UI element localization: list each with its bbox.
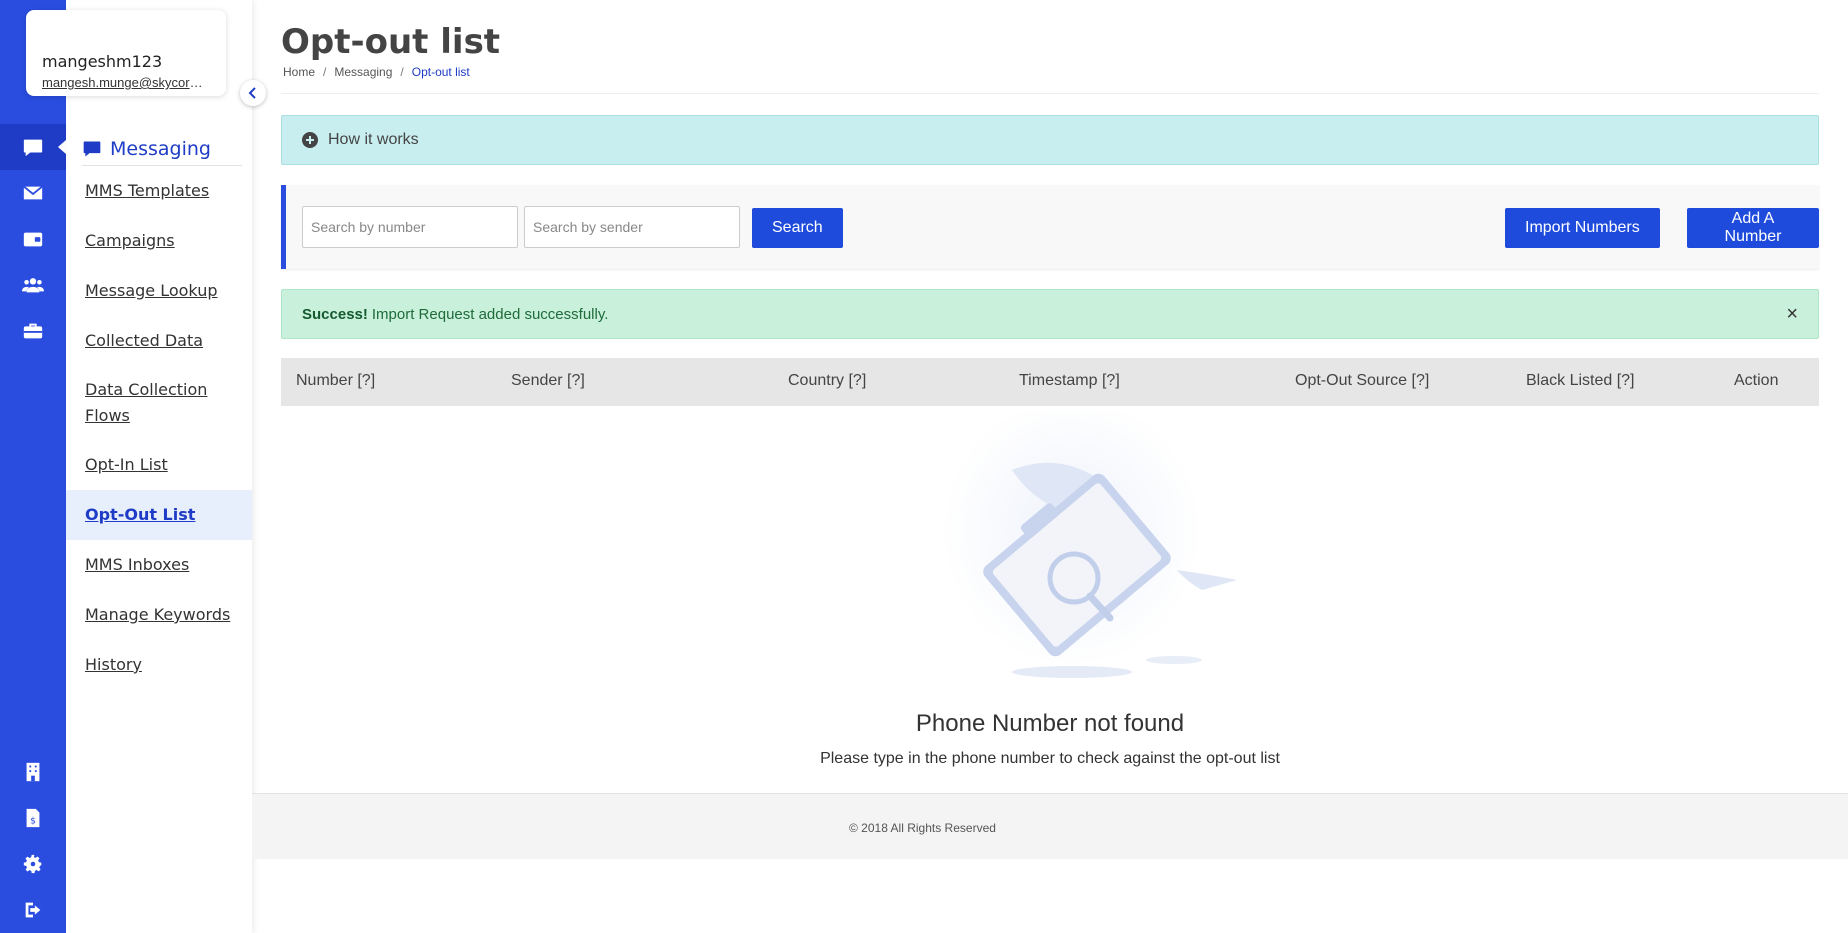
breadcrumb-messaging[interactable]: Messaging xyxy=(334,65,392,79)
sidebar-item-data-collection-flows[interactable]: Data Collection Flows xyxy=(66,366,252,440)
logout-rail-button[interactable] xyxy=(0,887,66,933)
invoice-icon: $ xyxy=(26,808,40,828)
sidebar-item-history[interactable]: History xyxy=(66,640,252,690)
breadcrumb: Home / Messaging / Opt-out list xyxy=(283,65,470,79)
logout-icon xyxy=(25,902,41,918)
column-country[interactable]: Country [?] xyxy=(788,372,866,390)
building-icon xyxy=(26,762,40,782)
add-number-button[interactable]: Add A Number xyxy=(1687,208,1819,248)
import-numbers-button[interactable]: Import Numbers xyxy=(1505,208,1660,248)
sidebar-item-mms-inboxes[interactable]: MMS Inboxes xyxy=(66,540,252,590)
user-email[interactable]: mangesh.munge@skycore.com xyxy=(42,75,208,90)
column-sender[interactable]: Sender [?] xyxy=(511,372,585,390)
sidebar-item-message-lookup[interactable]: Message Lookup xyxy=(66,266,252,316)
tools-rail-button[interactable] xyxy=(0,308,66,354)
chat-icon xyxy=(83,141,101,156)
sidebar-item-opt-out-list[interactable]: Opt-Out List xyxy=(66,490,252,540)
page-title: Opt-out list xyxy=(281,22,501,62)
users-icon xyxy=(22,278,44,293)
email-rail-button[interactable] xyxy=(0,170,66,216)
success-alert: Success! Import Request added successful… xyxy=(281,289,1819,339)
sidebar-item-collected-data[interactable]: Collected Data xyxy=(66,316,252,366)
search-button[interactable]: Search xyxy=(752,208,843,248)
column-action: Action xyxy=(1734,372,1779,389)
divider xyxy=(281,93,1819,94)
sidebar-item-mms-templates[interactable]: MMS Templates xyxy=(66,166,252,216)
collapse-sidebar-button[interactable] xyxy=(240,80,266,106)
settings-rail-button[interactable] xyxy=(0,841,66,887)
breadcrumb-separator: / xyxy=(400,65,404,79)
sidebar-section-header: Messaging xyxy=(82,132,242,166)
alert-message: Import Request added successfully. xyxy=(371,305,609,323)
breadcrumb-separator: / xyxy=(323,65,327,79)
how-it-works-toggle[interactable]: How it works xyxy=(281,115,1819,165)
close-icon[interactable]: × xyxy=(1786,304,1798,324)
breadcrumb-home[interactable]: Home xyxy=(283,65,315,79)
empty-state-title: Phone Number not found xyxy=(915,710,1185,737)
how-it-works-label: How it works xyxy=(328,131,419,148)
gear-icon xyxy=(23,854,42,874)
table-header: Number [?] Sender [?] Country [?] Timest… xyxy=(281,358,1819,406)
chevron-left-icon xyxy=(248,87,256,99)
search-sender-input[interactable] xyxy=(524,206,740,248)
sidebar-section-title: Messaging xyxy=(110,137,211,160)
envelope-icon xyxy=(23,185,43,200)
main-content: Opt-out list Home / Messaging / Opt-out list… xyxy=(252,0,1848,933)
column-opt-out-source[interactable]: Opt-Out Source [?] xyxy=(1295,372,1429,390)
footer-copyright: © 2018 All Rights Reserved xyxy=(849,821,996,835)
sidebar-nav: MMS Templates Campaigns Message Lookup C… xyxy=(66,166,252,690)
breadcrumb-current: Opt-out list xyxy=(411,65,470,79)
sidebar-item-campaigns[interactable]: Campaigns xyxy=(66,216,252,266)
chat-icon xyxy=(23,139,43,157)
wallet-rail-button[interactable] xyxy=(0,216,66,262)
search-toolbar: Search Import Numbers Add A Number xyxy=(281,185,1819,269)
messaging-rail-button[interactable] xyxy=(0,124,66,170)
plus-circle-icon xyxy=(302,132,318,148)
wallet-icon xyxy=(23,232,43,247)
column-number[interactable]: Number [?] xyxy=(296,372,375,390)
user-name: mangeshm123 xyxy=(42,52,163,71)
column-black-listed[interactable]: Black Listed [?] xyxy=(1526,372,1635,390)
search-number-input[interactable] xyxy=(302,206,518,248)
icon-rail: $ xyxy=(0,0,66,933)
column-timestamp[interactable]: Timestamp [?] xyxy=(1019,372,1120,390)
user-card[interactable]: mangeshm123 mangesh.munge@skycore.com xyxy=(26,10,226,96)
svg-text:$: $ xyxy=(30,816,36,827)
sidebar-item-opt-in-list[interactable]: Opt-In List xyxy=(66,440,252,490)
sidebar-item-manage-keywords[interactable]: Manage Keywords xyxy=(66,590,252,640)
empty-state-subtitle: Please type in the phone number to check… xyxy=(820,750,1280,767)
alert-strong: Success! xyxy=(302,305,368,323)
empty-state-illustration xyxy=(942,410,1237,680)
billing-rail-button[interactable]: $ xyxy=(0,795,66,841)
footer: © 2018 All Rights Reserved xyxy=(252,793,1848,859)
contacts-rail-button[interactable] xyxy=(0,262,66,308)
company-rail-button[interactable] xyxy=(0,749,66,795)
toolbox-icon xyxy=(23,323,43,339)
